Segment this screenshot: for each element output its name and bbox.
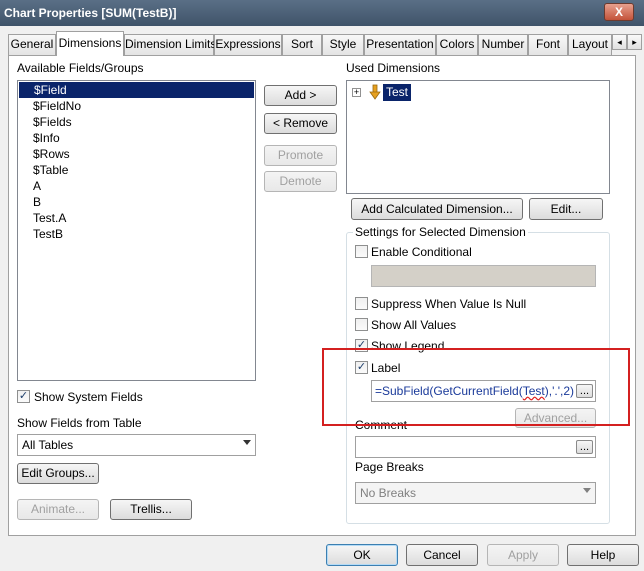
- list-item[interactable]: $Info: [18, 130, 255, 146]
- chevron-down-icon: [583, 488, 591, 493]
- list-item[interactable]: $Field: [19, 82, 254, 98]
- tab-colors[interactable]: Colors: [436, 34, 478, 55]
- chevron-right-icon: ▸: [632, 37, 637, 47]
- trellis-button[interactable]: Trellis...: [110, 499, 192, 520]
- settings-group-label: Settings for Selected Dimension: [353, 225, 528, 239]
- button-label: ...: [579, 441, 590, 453]
- tab-general[interactable]: General: [8, 34, 56, 55]
- tab-label: Font: [535, 37, 560, 51]
- demote-button[interactable]: Demote: [264, 171, 337, 192]
- add-button[interactable]: Add >: [264, 85, 337, 106]
- checkmark-icon: ✓: [18, 390, 29, 402]
- show-all-values-checkbox[interactable]: [355, 318, 368, 331]
- add-calculated-dimension-button[interactable]: Add Calculated Dimension...: [351, 198, 523, 220]
- comment-input[interactable]: [355, 436, 596, 458]
- ok-button[interactable]: OK: [326, 544, 398, 566]
- tab-label: Dimensions: [58, 36, 122, 50]
- fields-from-table-label: Show Fields from Table: [17, 416, 142, 430]
- highlight-box: [322, 348, 630, 426]
- button-label: Add Calculated Dimension...: [361, 202, 513, 216]
- used-dimensions-list[interactable]: + Test: [346, 80, 610, 194]
- remove-button[interactable]: < Remove: [264, 113, 337, 134]
- list-item[interactable]: $FieldNo: [18, 98, 255, 114]
- button-label: Promote: [277, 148, 324, 162]
- tab-label: Dimension Limits: [125, 37, 217, 51]
- button-label: Trellis...: [130, 502, 172, 516]
- tab-layout[interactable]: Layout: [568, 34, 612, 55]
- apply-button[interactable]: Apply: [487, 544, 559, 566]
- arrow-down-icon: [369, 84, 381, 100]
- comment-ellipsis-button[interactable]: ...: [576, 440, 593, 454]
- button-label: Apply: [507, 548, 539, 562]
- page-breaks-dropdown[interactable]: No Breaks: [355, 482, 596, 504]
- button-label: Add >: [284, 88, 317, 102]
- cancel-button[interactable]: Cancel: [406, 544, 478, 566]
- window-title: Chart Properties [SUM(TestB)]: [4, 6, 177, 20]
- list-item[interactable]: $Rows: [18, 146, 255, 162]
- suppress-null-label: Suppress When Value Is Null: [371, 297, 527, 311]
- button-label: < Remove: [272, 116, 329, 130]
- list-item[interactable]: $Fields: [18, 114, 255, 130]
- tab-label: Presentation: [366, 37, 434, 51]
- close-button[interactable]: X: [604, 3, 634, 21]
- used-dimension-item[interactable]: Test: [383, 84, 412, 101]
- tab-dimensions[interactable]: Dimensions: [56, 31, 124, 56]
- list-item[interactable]: Test.A: [18, 210, 255, 226]
- used-dimensions-label: Used Dimensions: [346, 61, 441, 75]
- dropdown-value: All Tables: [22, 438, 74, 452]
- chevron-down-icon: [243, 440, 251, 445]
- tab-style[interactable]: Style: [322, 34, 364, 55]
- button-label: Edit Groups...: [21, 466, 95, 480]
- tab-font[interactable]: Font: [528, 34, 568, 55]
- edit-button[interactable]: Edit...: [529, 198, 603, 220]
- button-label: Animate...: [30, 502, 86, 516]
- dropdown-value: No Breaks: [360, 486, 417, 500]
- conditional-expression-field: [371, 265, 596, 287]
- button-label: Cancel: [423, 548, 461, 562]
- enable-conditional-label: Enable Conditional: [371, 245, 472, 259]
- help-button[interactable]: Help: [567, 544, 639, 566]
- list-item[interactable]: A: [18, 178, 255, 194]
- close-icon: X: [614, 5, 623, 19]
- button-label: OK: [353, 548, 371, 562]
- button-label: Edit...: [550, 202, 582, 216]
- tab-label: Style: [329, 37, 357, 51]
- show-system-fields-checkbox[interactable]: ✓: [17, 390, 30, 403]
- tab-scroll-right-button[interactable]: ▸: [627, 34, 642, 50]
- tab-presentation[interactable]: Presentation: [364, 34, 436, 55]
- title-bar: Chart Properties [SUM(TestB)] X: [0, 0, 644, 26]
- tab-label: Sort: [290, 37, 313, 51]
- tab-label: Layout: [571, 37, 609, 51]
- chevron-left-icon: ◂: [617, 37, 622, 47]
- animate-button[interactable]: Animate...: [17, 499, 99, 520]
- fields-from-table-dropdown[interactable]: All Tables: [17, 434, 256, 456]
- list-item[interactable]: $Table: [18, 162, 255, 178]
- tab-label: General: [10, 37, 54, 51]
- tab-expressions[interactable]: Expressions: [214, 34, 282, 55]
- tab-dimension-limits[interactable]: Dimension Limits: [124, 34, 217, 55]
- promote-button[interactable]: Promote: [264, 145, 337, 166]
- show-all-values-label: Show All Values: [371, 318, 457, 332]
- tab-sort[interactable]: Sort: [282, 34, 322, 55]
- tab-scroll-left-button[interactable]: ◂: [612, 34, 627, 50]
- list-item[interactable]: TestB: [18, 226, 255, 242]
- suppress-null-checkbox[interactable]: [355, 297, 368, 310]
- tab-label: Number: [481, 37, 525, 51]
- expand-icon[interactable]: +: [352, 88, 361, 97]
- tab-label: Expressions: [215, 37, 281, 51]
- available-fields-label: Available Fields/Groups: [17, 61, 144, 75]
- edit-groups-button[interactable]: Edit Groups...: [17, 463, 99, 484]
- show-system-fields-label: Show System Fields: [34, 390, 143, 404]
- page-breaks-label: Page Breaks: [355, 460, 424, 474]
- tab-number[interactable]: Number: [478, 34, 528, 55]
- expand-glyph: +: [353, 87, 360, 97]
- tab-label: Colors: [439, 37, 475, 51]
- list-item[interactable]: B: [18, 194, 255, 210]
- button-label: Demote: [279, 174, 322, 188]
- button-label: Help: [590, 548, 616, 562]
- enable-conditional-checkbox[interactable]: [355, 245, 368, 258]
- available-fields-list[interactable]: $Field $FieldNo $Fields $Info $Rows $Tab…: [17, 80, 256, 381]
